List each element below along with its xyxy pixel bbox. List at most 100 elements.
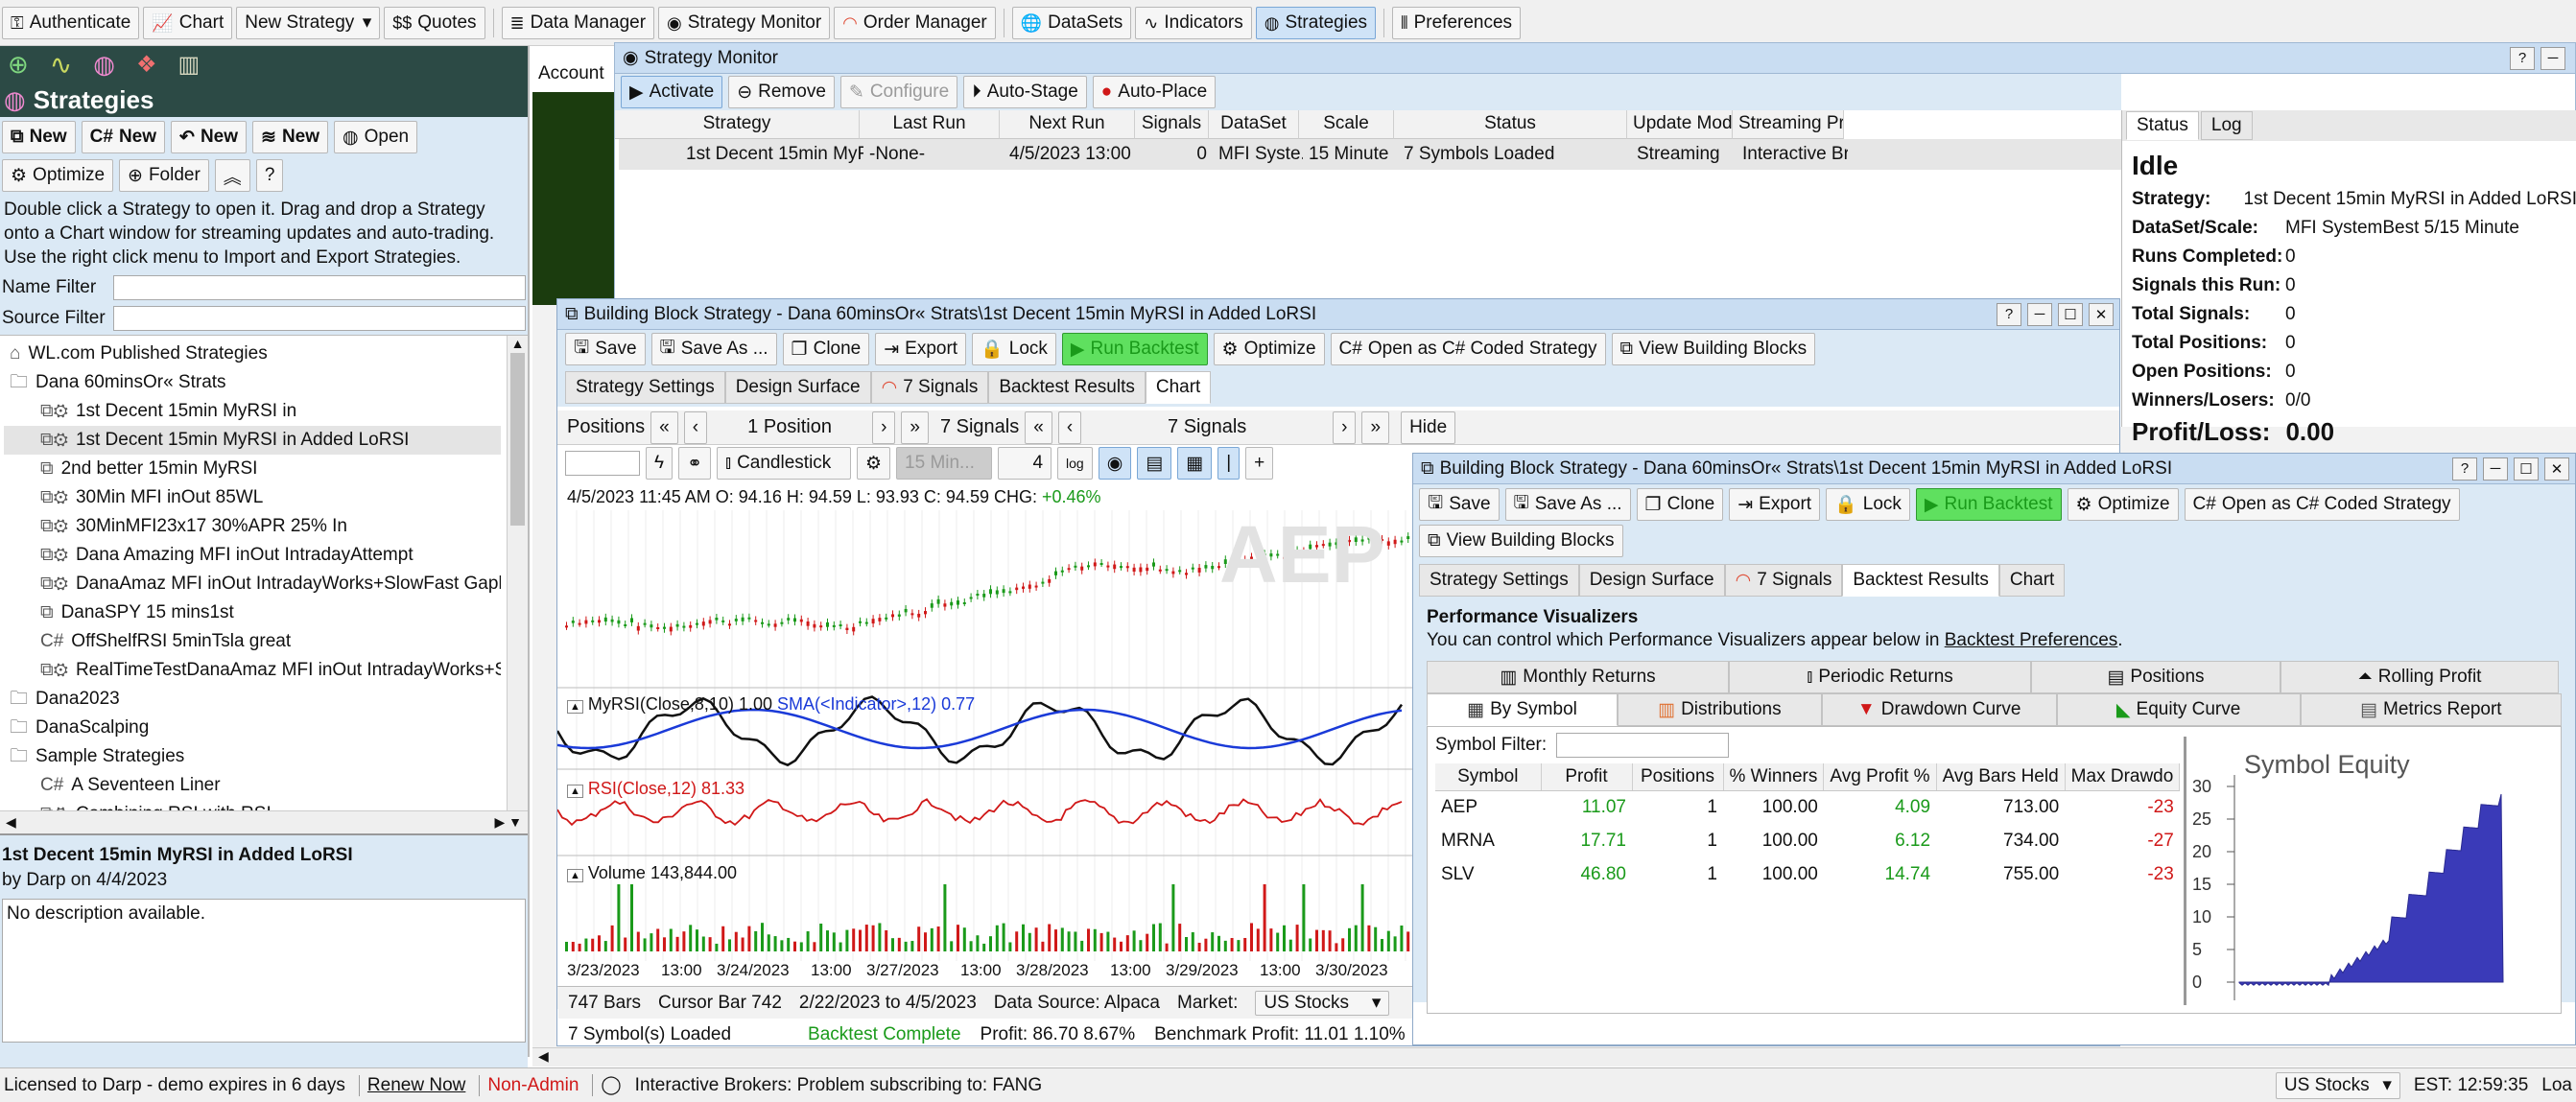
strategies-button[interactable]: ◍ Strategies [1255, 6, 1377, 39]
tab-strategy-settings[interactable]: Strategy Settings [1419, 564, 1579, 597]
chart-button[interactable]: 📈 Chart [143, 6, 233, 39]
prev-icon[interactable]: ‹ [1057, 410, 1082, 444]
column-header[interactable]: Update Mode [1627, 110, 1733, 139]
scroll-left-icon[interactable]: ◀ [6, 814, 16, 831]
open-cs-button[interactable]: C# Open as C# Coded Strategy [1330, 333, 1606, 365]
datasets-button[interactable]: 🌐 DataSets [1011, 6, 1132, 39]
prev-icon[interactable]: ‹ [683, 410, 708, 444]
pv-tab[interactable]: ▥ Distributions [1618, 693, 1822, 726]
open-cs-button[interactable]: C# Open as C# Coded Strategy [2184, 488, 2460, 521]
link-icon[interactable]: ⚭ [678, 447, 711, 480]
pv-tab[interactable]: ⏶ Rolling Profit [2281, 661, 2559, 693]
tree-item[interactable]: ⧉⚙ Dana Amazing MFI inOut IntradayAttempt [4, 541, 501, 570]
optimize-button[interactable]: ⚙ Optimize [1213, 333, 1325, 365]
tab-chart[interactable]: Chart [1998, 564, 2066, 597]
minimize-icon[interactable]: ─ [2541, 46, 2565, 70]
optimize-button[interactable]: ⚙ Optimize [2067, 488, 2179, 521]
scale-dropdown[interactable]: 15 Min... [896, 447, 993, 480]
column-header[interactable]: Symbol [1435, 763, 1542, 791]
horizontal-scrollbar[interactable]: ◀ ▶ ▼ [0, 810, 528, 833]
tree-item[interactable]: 🗀 Dana2023 [4, 685, 501, 714]
name-filter-input[interactable] [113, 275, 526, 300]
save-as-button[interactable]: 🖫 Save As ... [650, 333, 777, 365]
backtest-preferences-link[interactable]: Backtest Preferences [1945, 630, 2118, 650]
gear-icon[interactable]: ⚙ [856, 447, 891, 480]
pv-tab[interactable]: ◣ Equity Curve [2056, 693, 2301, 726]
last-icon[interactable]: » [901, 410, 929, 444]
next-icon[interactable]: › [872, 410, 896, 444]
new-stack-strategy-button[interactable]: ≋ New [252, 121, 329, 153]
help-icon[interactable]: ? [1997, 302, 2021, 326]
order-manager-button[interactable]: ◠ Order Manager [834, 6, 996, 39]
blocks-icon[interactable]: ❖ [136, 51, 157, 79]
new-rewrite-strategy-button[interactable]: ↶ New [171, 121, 248, 153]
view-building-blocks-button[interactable]: ⧉ View Building Blocks [1419, 525, 1623, 557]
hide-button[interactable]: Hide [1401, 410, 1456, 444]
tree-item[interactable]: ⧉⚙ 1st Decent 15min MyRSI in [4, 397, 501, 426]
pv-tab[interactable]: ▦ By Symbol [1427, 693, 1618, 726]
log-scale-button[interactable]: log [1057, 447, 1093, 480]
export-button[interactable]: ⇥ Export [875, 333, 967, 365]
tab-7-signals[interactable]: ◠ 7 Signals [870, 371, 989, 404]
view-building-blocks-button[interactable]: ⧉ View Building Blocks [1611, 333, 1816, 365]
column-header[interactable]: Last Run [860, 110, 1000, 139]
last-icon[interactable]: » [1361, 410, 1390, 444]
save-button[interactable]: 🖫 Save [565, 333, 646, 365]
minimize-icon[interactable]: ─ [2027, 302, 2052, 326]
pv-tab[interactable]: ▤ Positions [2031, 661, 2281, 693]
run-backtest-button[interactable]: ▶ Run Backtest [1915, 488, 2062, 521]
column-header[interactable]: Avg Bars Held [1936, 763, 2066, 791]
collapse-button[interactable]: ︽ [214, 159, 250, 192]
wave-icon[interactable]: ∿ [50, 49, 72, 81]
table-row[interactable]: SLV 46.80 1 100.00 14.74 755.00 -23 [1435, 858, 2180, 892]
cursor-line-icon[interactable]: | [1217, 447, 1241, 480]
tab-design-surface[interactable]: Design Surface [724, 371, 871, 404]
tree-item[interactable]: ⧉ 2nd better 15min MyRSI [4, 455, 501, 483]
tree-item[interactable]: C# A Seventeen Liner [4, 771, 501, 800]
tab-status[interactable]: Status [2126, 111, 2199, 140]
source-filter-input[interactable] [113, 306, 526, 331]
help-button[interactable]: ? [255, 159, 284, 192]
run-backtest-button[interactable]: ▶ Run Backtest [1061, 333, 1208, 365]
first-icon[interactable]: « [650, 410, 678, 444]
open-button[interactable]: ◍ Open [334, 121, 418, 153]
status-market-dropdown[interactable]: US Stocks ▾ [2275, 1071, 2400, 1099]
quotes-button[interactable]: $$ Quotes [384, 6, 485, 39]
tab-chart[interactable]: Chart [1145, 371, 1212, 404]
tab-7-signals[interactable]: ◠ 7 Signals [1724, 564, 1843, 597]
tree-item[interactable]: C# OffShelfRSI 5minTsla great [4, 627, 501, 656]
preferences-button[interactable]: ⫴ Preferences [1392, 6, 1522, 39]
folder-button[interactable]: ⊕ Folder [119, 159, 209, 192]
new-bb-strategy-button[interactable]: ⧉ New [2, 121, 76, 153]
first-icon[interactable]: « [1025, 410, 1052, 444]
next-icon[interactable]: › [1333, 410, 1357, 444]
save-as-button[interactable]: 🖫 Save As ... [1504, 488, 1631, 521]
renew-now-link[interactable]: Renew Now [358, 1074, 465, 1096]
auto-place-button[interactable]: ● Auto-Place [1092, 76, 1217, 108]
tab-design-surface[interactable]: Design Surface [1578, 564, 1725, 597]
export-button[interactable]: ⇥ Export [1729, 488, 1821, 521]
pv-tab[interactable]: ▼ Drawdown Curve [1821, 693, 2057, 726]
maximize-icon[interactable]: ☐ [2514, 457, 2539, 481]
tree-item[interactable]: 🗀 Dana 60minsOr« Strats [4, 368, 501, 397]
lock-button[interactable]: 🔒 Lock [972, 333, 1056, 365]
close-icon[interactable]: ✕ [2089, 302, 2114, 326]
tab-log[interactable]: Log [2200, 111, 2253, 140]
tree-item[interactable]: 🗀 DanaScalping [4, 714, 501, 742]
detail-description[interactable]: No description available. [2, 899, 526, 1043]
lightning-icon[interactable]: ϟ [646, 447, 674, 480]
data-manager-button[interactable]: ≣ Data Manager [501, 6, 655, 39]
indicators-button[interactable]: ∿ Indicators [1135, 6, 1252, 39]
table-row[interactable]: MRNA 17.71 1 100.00 6.12 734.00 -27 [1435, 825, 2180, 858]
column-header[interactable]: Positions [1632, 763, 1724, 791]
scroll-thumb[interactable] [510, 353, 525, 526]
pv-tab[interactable]: ⫾ Periodic Returns [1729, 661, 2031, 693]
column-header[interactable]: Strategy [615, 110, 860, 139]
column-header[interactable]: DataSet [1209, 110, 1299, 139]
strategy-monitor-button[interactable]: ◉ Strategy Monitor [658, 6, 831, 39]
help-icon[interactable]: ? [2452, 457, 2477, 481]
configure-button[interactable]: ✎ Configure [839, 76, 958, 108]
window-icon[interactable]: ▦ [1177, 447, 1213, 480]
authenticate-button[interactable]: ⚿ Authenticate [2, 6, 140, 39]
collapse-icon[interactable]: ▲ [567, 785, 583, 798]
